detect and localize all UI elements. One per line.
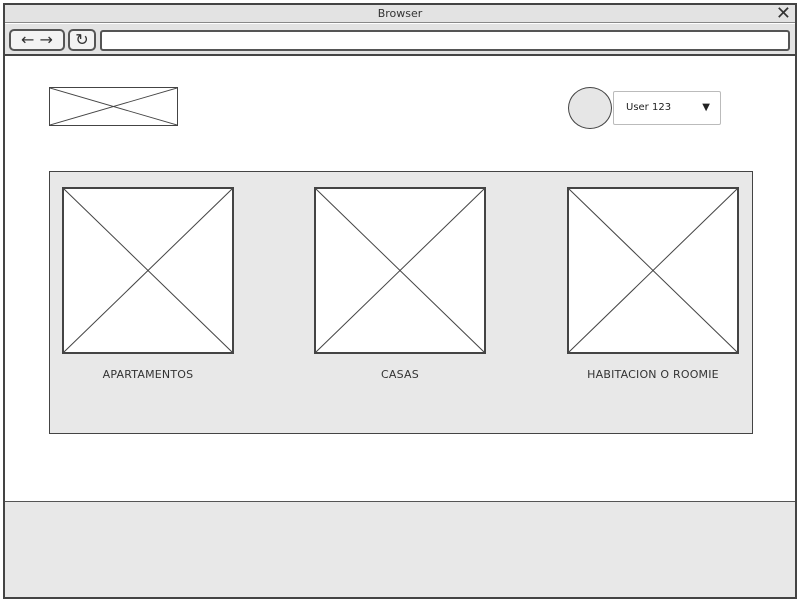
card-label: HABITACION O ROOMIE	[587, 368, 719, 381]
user-dropdown[interactable]: User 123 ▼	[613, 91, 721, 125]
card-label: APARTAMENTOS	[102, 368, 194, 381]
avatar[interactable]	[568, 87, 612, 129]
user-name: User 123	[626, 102, 672, 113]
category-card-casas[interactable]: CASAS	[314, 187, 486, 381]
image-placeholder-icon	[64, 189, 232, 352]
card-image	[62, 187, 234, 354]
footer	[5, 501, 795, 597]
card-image	[567, 187, 739, 354]
reload-icon: ↻	[75, 30, 89, 49]
title-bar: Browser ✕	[5, 5, 795, 23]
chevron-down-icon: ▼	[702, 102, 710, 113]
category-card-apartamentos[interactable]: APARTAMENTOS	[62, 187, 234, 381]
card-image	[314, 187, 486, 354]
browser-window: Browser ✕ ← → ↻ User 123 ▼ APARTAMENTOS …	[3, 3, 797, 599]
browser-toolbar: ← → ↻	[5, 24, 795, 56]
category-panel: APARTAMENTOS CASAS HABITACION O ROOMIE	[49, 171, 753, 434]
reload-button[interactable]: ↻	[68, 29, 96, 51]
image-placeholder-icon	[316, 189, 484, 352]
address-bar[interactable]	[100, 30, 790, 51]
back-forward-button[interactable]: ← →	[9, 29, 65, 51]
image-placeholder-icon	[569, 189, 737, 352]
logo-placeholder[interactable]	[49, 87, 178, 126]
card-label: CASAS	[381, 368, 419, 381]
back-forward-icon: ← →	[21, 30, 53, 49]
category-card-habitacion[interactable]: HABITACION O ROOMIE	[567, 187, 739, 381]
image-placeholder-icon	[50, 88, 177, 125]
close-icon[interactable]: ✕	[776, 5, 791, 23]
window-title: Browser	[377, 7, 423, 20]
